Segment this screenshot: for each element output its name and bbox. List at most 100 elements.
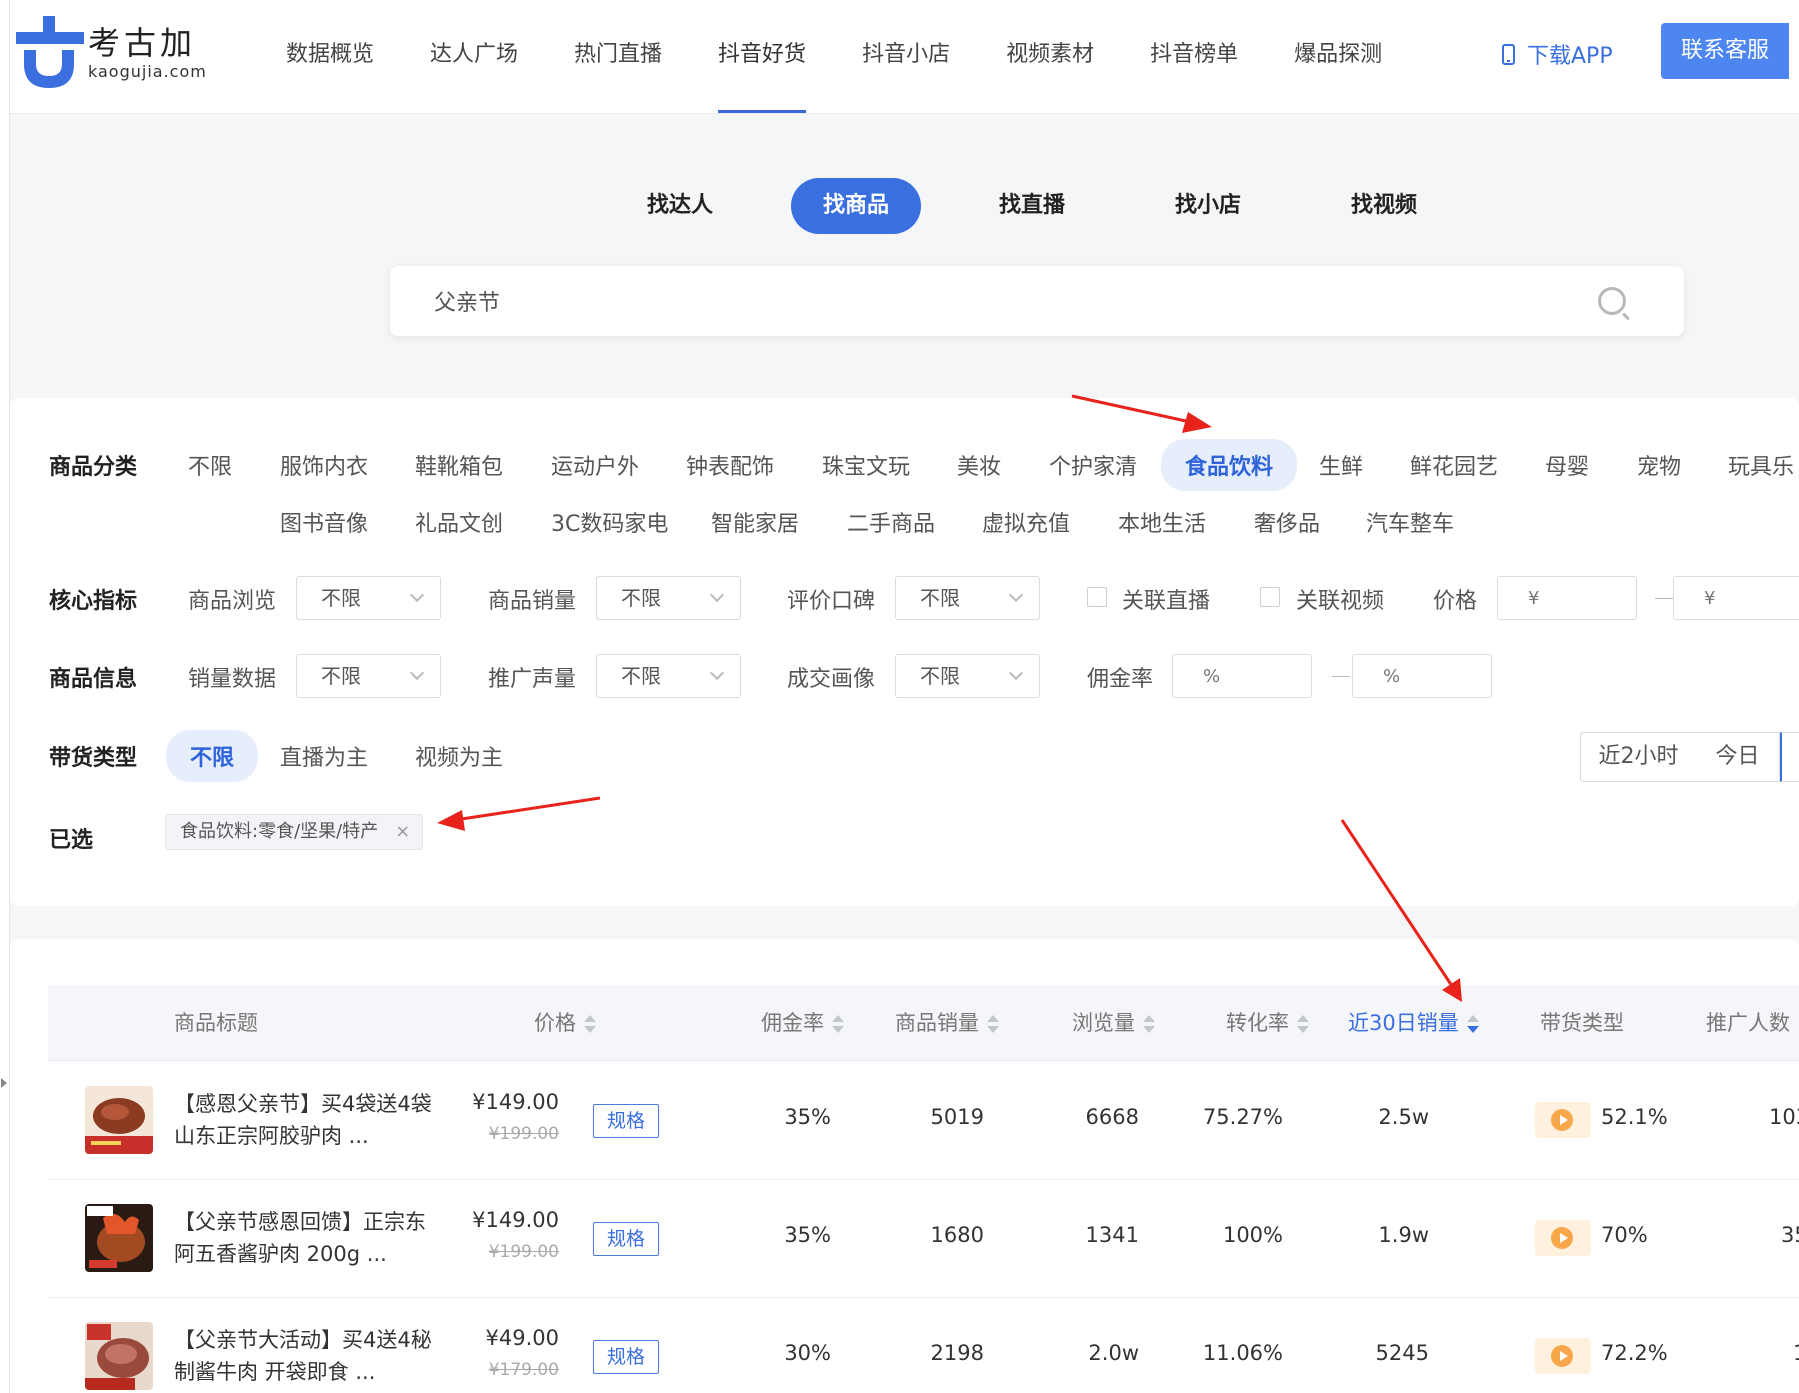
category-option[interactable]: 不限 <box>188 449 232 481</box>
category-option[interactable]: 二手商品 <box>847 506 935 538</box>
category-option[interactable]: 奢侈品 <box>1254 506 1320 538</box>
promo-volume-label: 推广声量 <box>488 667 577 692</box>
spec-button[interactable]: 规格 <box>593 1340 659 1374</box>
buyer-portrait-label: 成交画像 <box>787 667 876 692</box>
category-option[interactable]: 玩具乐 <box>1728 449 1794 481</box>
sort-icon <box>1143 1014 1155 1034</box>
table-row[interactable]: 【父亲节感恩回馈】正宗东阿五香酱驴肉 200g ... ¥149.00 ¥199… <box>48 1180 1799 1298</box>
brand-logo[interactable] <box>16 16 86 88</box>
nav-item-goods[interactable]: 抖音好货 <box>718 36 807 113</box>
sales-type-option[interactable]: 视频为主 <box>415 740 503 772</box>
category-option[interactable]: 美妆 <box>957 449 1001 481</box>
download-app-link[interactable]: 下载APP <box>1502 38 1613 70</box>
page-edge <box>0 0 10 1393</box>
category-option[interactable]: 鞋靴箱包 <box>415 449 503 481</box>
category-option[interactable]: 生鲜 <box>1319 449 1363 481</box>
related-video-checkbox[interactable] <box>1260 587 1280 607</box>
chevron-down-icon <box>709 587 725 603</box>
category-option[interactable]: 智能家居 <box>711 506 799 538</box>
nav-item-videos[interactable]: 视频素材 <box>1006 36 1094 112</box>
header-commission[interactable]: 佣金率 <box>761 985 844 1061</box>
brand-name: 考古加 <box>88 24 197 62</box>
category-option[interactable]: 运动户外 <box>551 449 639 481</box>
sales-select[interactable]: 不限 <box>596 576 741 620</box>
promoters-value: 103 <box>1769 1105 1799 1129</box>
review-select[interactable]: 不限 <box>895 576 1040 620</box>
tab-find-shop[interactable]: 找小店 <box>1143 178 1273 234</box>
price-min-input[interactable] <box>1497 576 1637 620</box>
nav-item-overview[interactable]: 数据概览 <box>286 36 374 112</box>
chevron-down-icon <box>409 665 425 681</box>
spec-button[interactable]: 规格 <box>593 1222 659 1256</box>
search-icon[interactable] <box>1598 287 1626 315</box>
tab-find-goods[interactable]: 找商品 <box>791 178 921 234</box>
promo-volume-select-value: 不限 <box>621 664 661 688</box>
product-title[interactable]: 【父亲节感恩回馈】正宗东阿五香酱驴肉 200g ... <box>174 1206 434 1270</box>
product-thumbnail[interactable] <box>85 1086 153 1154</box>
promo-volume-select[interactable]: 不限 <box>596 654 741 698</box>
category-option[interactable]: 钟表配饰 <box>686 449 774 481</box>
nav-item-live[interactable]: 热门直播 <box>574 36 662 112</box>
promoters-value: 35 <box>1781 1223 1799 1247</box>
category-option[interactable]: 3C数码家电 <box>551 506 668 538</box>
nav-item-hot-detect[interactable]: 爆品探测 <box>1294 36 1382 112</box>
time-option-2h[interactable]: 近2小时 <box>1580 732 1697 782</box>
category-option[interactable]: 宠物 <box>1637 449 1681 481</box>
collapse-arrow-icon[interactable] <box>1 1078 7 1088</box>
category-option[interactable]: 服饰内衣 <box>280 449 368 481</box>
contact-support-button[interactable]: 联系客服 <box>1661 23 1789 79</box>
nav-item-influencers[interactable]: 达人广场 <box>430 36 518 112</box>
header-sales30[interactable]: 近30日销量 <box>1348 985 1479 1061</box>
header-commission-label: 佣金率 <box>761 1011 824 1035</box>
sales-data-select[interactable]: 不限 <box>296 654 441 698</box>
views-value: 2.0w <box>1088 1341 1139 1365</box>
product-thumbnail[interactable] <box>85 1322 153 1390</box>
header-conversion[interactable]: 转化率 <box>1226 985 1309 1061</box>
time-option-today[interactable]: 今日 <box>1696 732 1780 782</box>
browse-select[interactable]: 不限 <box>296 576 441 620</box>
product-thumbnail[interactable] <box>85 1204 153 1272</box>
price-max-input[interactable] <box>1673 576 1799 620</box>
category-option[interactable]: 珠宝文玩 <box>822 449 910 481</box>
table-row[interactable]: 【感恩父亲节】买4袋送4袋 山东正宗阿胶驴肉 ... ¥149.00 ¥199.… <box>48 1062 1799 1180</box>
close-icon[interactable]: × <box>395 815 410 849</box>
spec-button[interactable]: 规格 <box>593 1104 659 1138</box>
commission-min-input[interactable] <box>1172 654 1312 698</box>
category-option[interactable]: 图书音像 <box>280 506 368 538</box>
search-input[interactable] <box>434 266 1534 336</box>
category-option[interactable]: 礼品文创 <box>415 506 503 538</box>
nav-item-rankings[interactable]: 抖音榜单 <box>1150 36 1238 112</box>
sort-icon <box>832 1014 844 1034</box>
tab-find-video[interactable]: 找视频 <box>1319 178 1449 234</box>
promoters-value: 17 <box>1793 1341 1799 1365</box>
nav-item-shops[interactable]: 抖音小店 <box>862 36 950 112</box>
category-option[interactable]: 母婴 <box>1545 449 1589 481</box>
sales-type-option-selected[interactable]: 不限 <box>166 730 259 782</box>
header-sales[interactable]: 商品销量 <box>895 985 999 1061</box>
category-option[interactable]: 虚拟充值 <box>982 506 1070 538</box>
tab-find-influencer[interactable]: 找达人 <box>615 178 745 234</box>
commission-value: 30% <box>784 1341 831 1365</box>
filter-panel: 商品分类 不限 服饰内衣 鞋靴箱包 运动户外 钟表配饰 珠宝文玩 美妆 个护家清… <box>10 398 1799 906</box>
category-option[interactable]: 本地生活 <box>1118 506 1206 538</box>
sales-type-option[interactable]: 直播为主 <box>280 740 368 772</box>
product-title[interactable]: 【感恩父亲节】买4袋送4袋 山东正宗阿胶驴肉 ... <box>174 1088 434 1152</box>
buyer-portrait-select[interactable]: 不限 <box>895 654 1040 698</box>
core-metrics-label: 核心指标 <box>49 589 138 614</box>
header-views[interactable]: 浏览量 <box>1072 985 1155 1061</box>
commission-max-input[interactable] <box>1352 654 1492 698</box>
table-row[interactable]: 【父亲节大活动】买4送4秘制酱牛肉 开袋即食 ... ¥49.00 ¥179.0… <box>48 1298 1799 1393</box>
tab-find-live[interactable]: 找直播 <box>967 178 1097 234</box>
category-option[interactable]: 汽车整车 <box>1366 506 1454 538</box>
related-live-checkbox[interactable] <box>1087 587 1107 607</box>
product-title[interactable]: 【父亲节大活动】买4送4秘制酱牛肉 开袋即食 ... <box>174 1324 434 1388</box>
category-option-selected[interactable]: 食品饮料 <box>1161 439 1298 491</box>
header-price-label: 价格 <box>534 1011 576 1035</box>
conversion-value: 100% <box>1222 1223 1283 1247</box>
phone-icon <box>1502 43 1515 65</box>
time-option-next[interactable] <box>1780 732 1799 782</box>
category-option[interactable]: 个护家清 <box>1049 449 1137 481</box>
header-price[interactable]: 价格 <box>534 985 596 1061</box>
category-option[interactable]: 鲜花园艺 <box>1410 449 1498 481</box>
table-header: 商品标题 价格 佣金率 商品销量 浏览量 转化率 近30日销量 带货类型 推广人… <box>48 985 1799 1061</box>
